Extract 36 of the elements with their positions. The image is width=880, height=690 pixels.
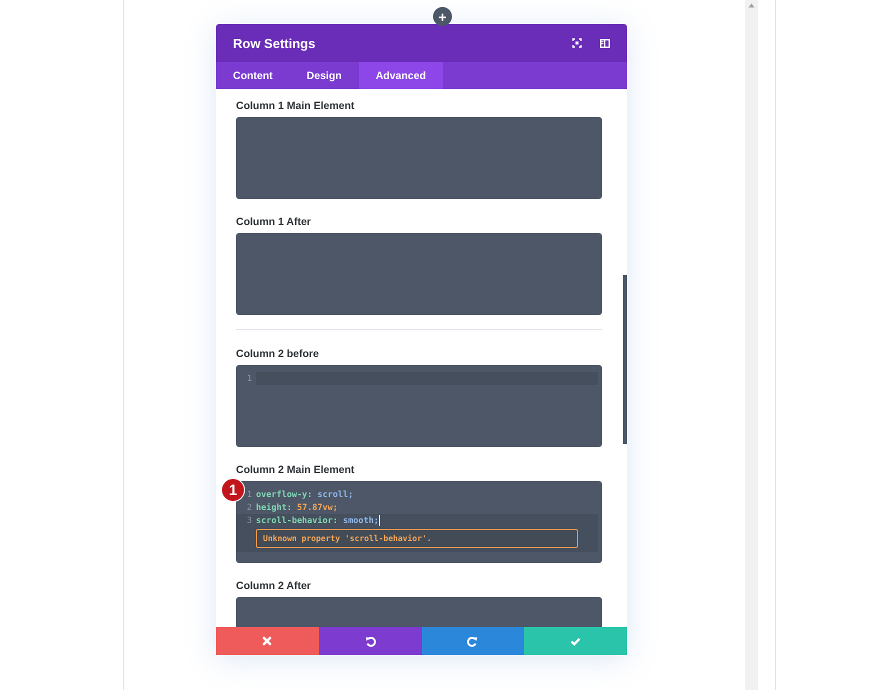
tab[interactable]: Design [290,62,359,89]
close-icon [262,636,272,646]
save-button[interactable] [524,627,627,655]
scrollbar-thumb[interactable] [623,275,627,444]
step-badge: 1 [221,478,245,502]
undo-icon [364,636,376,646]
code-line: scroll-behavior: smooth; [256,516,379,526]
code-line: height: 57.87vw; [256,502,338,512]
field-label: Column 1 Main Element [236,99,354,113]
tab[interactable]: Content [216,62,290,89]
text-cursor [378,515,380,526]
field-label: Column 1 After [236,215,311,229]
scrollbar[interactable] [745,0,758,690]
line-number: 1 [246,374,253,384]
tab[interactable]: Advanced [358,62,443,89]
field-label: Column 2 Main Element [236,463,354,477]
line-number: 1 [246,490,253,500]
code-editor[interactable] [236,117,602,199]
code-editor[interactable] [236,233,602,315]
scroll-up-icon[interactable] [748,3,755,8]
discard-button[interactable] [216,627,319,655]
undo-button[interactable] [318,627,422,655]
add-row-button[interactable]: + [433,7,452,26]
redo-icon [467,636,478,646]
code-editor[interactable]: 1 overflow-y: scroll; 2 height: 57.87vw; 3 scroll-behavior: smooth; Unknown property 'scroll-behavior'. [236,481,602,563]
field-label: Column 2 before [236,347,319,361]
error-message: Unknown property 'scroll-behavior'. [263,534,432,543]
focus-icon[interactable] [572,38,582,48]
redo-button[interactable] [422,627,524,655]
check-icon [570,636,582,646]
line-number: 3 [246,516,253,526]
line-number: 2 [246,502,253,512]
field-label: Column 2 After [236,579,311,593]
code-line: overflow-y: scroll; [256,490,354,500]
window-title: Row Settings [233,36,316,50]
sidebar-icon[interactable] [600,38,610,48]
